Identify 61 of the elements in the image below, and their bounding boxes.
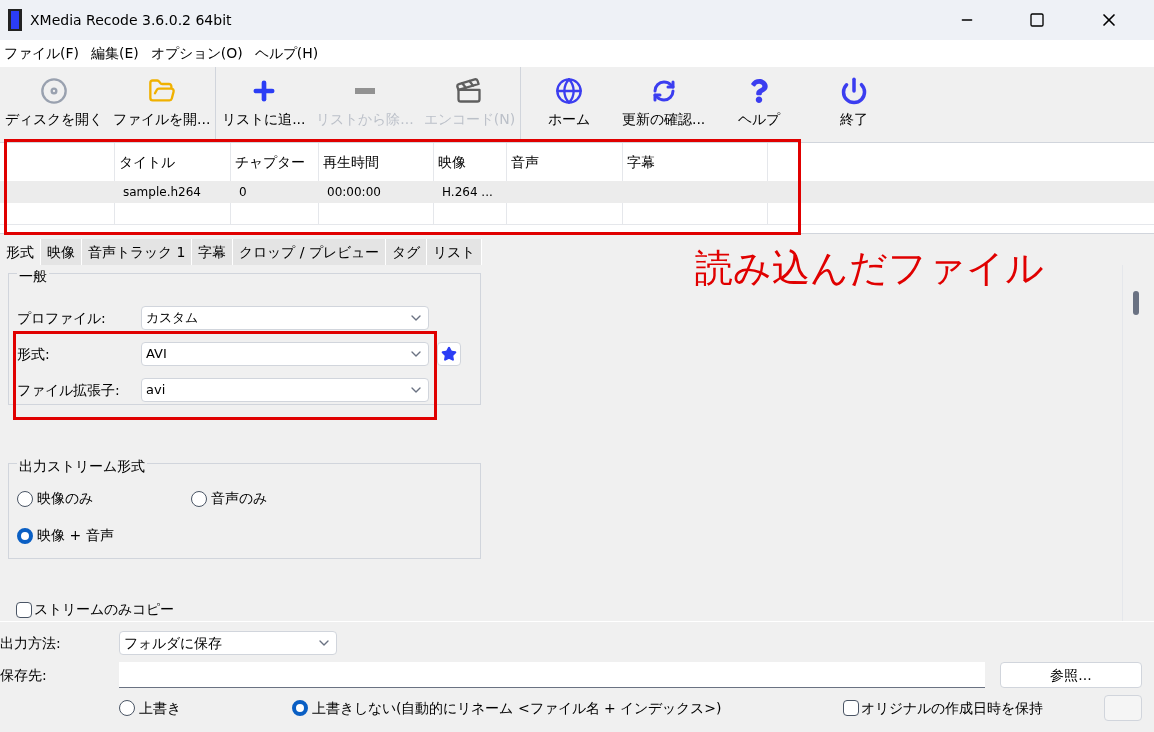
field-label: 出力方法: [0,633,62,653]
field-label: 形式: [17,344,51,364]
field-label: 保存先: [0,665,48,685]
table-cell-text: 00:00:00 [326,184,382,201]
window-title: XMedia Recode 3.6.0.2 64bit [30,10,232,30]
dropdown[interactable]: avi [141,378,429,402]
toolbar-button[interactable]: ホーム [521,67,617,140]
toolbar-button[interactable]: 更新の確認... [616,67,712,140]
radio-button[interactable] [292,700,308,716]
menu-item[interactable]: 編集(E) [85,43,145,64]
help-icon [748,79,769,103]
table-cell-text: sample.h264 [122,184,202,201]
path-field[interactable] [119,662,985,688]
star-icon [441,346,457,362]
tab[interactable]: タグ [386,239,427,265]
checkbox[interactable] [843,700,859,716]
toolbar-button[interactable]: リストに追... [216,67,312,140]
radio-button[interactable] [17,527,33,544]
field-label: プロファイル: [17,308,107,328]
table-cell-text: 0 [238,184,248,201]
radio-label: 音声のみ [211,489,267,508]
tab[interactable]: 字幕 [192,239,234,265]
favorite-button[interactable] [437,342,461,366]
disc-icon [40,77,68,105]
browse-button[interactable]: 参照... [1000,662,1142,688]
minus-icon [355,88,376,94]
toolbar-button[interactable]: 終了 [806,67,902,140]
radio-label: 上書きしない(自動的にリネーム <ファイル名 + インデックス>) [312,698,722,718]
tab[interactable]: クロップ / プレビュー [233,239,386,265]
refresh-icon [651,79,676,103]
menu-item[interactable]: オプション(O) [144,43,249,64]
checkbox[interactable] [16,601,32,618]
film-icon [8,9,22,31]
dropdown[interactable]: フォルダに保存 [119,631,337,655]
table-cell-text: H.264 ... [441,184,494,201]
checkbox-label: オリジナルの作成日時を保持 [861,698,1043,718]
dropdown[interactable]: AVI [141,342,429,366]
tab[interactable]: 映像 [41,239,82,265]
annotation-text: 読み込んだファイル [695,245,1044,292]
menu-item[interactable]: ファイル(F) [0,43,85,64]
radio-button[interactable] [191,490,207,507]
radio-label: 上書き [139,698,181,718]
maximize-icon[interactable] [1029,12,1045,28]
tab[interactable]: 音声トラック 1 [82,239,193,265]
tab[interactable]: リスト [427,239,482,265]
scrollbar-thumb[interactable] [1133,291,1139,315]
toolbar-button[interactable]: ディスクを開く [0,67,108,140]
field-label: ファイル拡張子: [17,380,121,400]
globe-icon [554,77,583,105]
dropdown[interactable]: カスタム [141,306,429,330]
radio-label: 映像 + 音声 [37,526,114,545]
toolbar-button[interactable]: ヘルプ [711,67,807,140]
clapperboard-icon [455,77,484,105]
radio-label: 映像のみ [37,489,93,508]
checkbox-label: ストリームのみコピー [34,600,174,619]
radio-button[interactable] [17,490,33,507]
toolbar-button[interactable]: ファイルを開... [108,67,216,140]
power-icon [839,77,868,105]
menu-item[interactable]: ヘルプ(H) [248,43,325,64]
radio-button[interactable] [119,700,135,716]
group-title: 出力ストリーム形式 [17,456,147,477]
